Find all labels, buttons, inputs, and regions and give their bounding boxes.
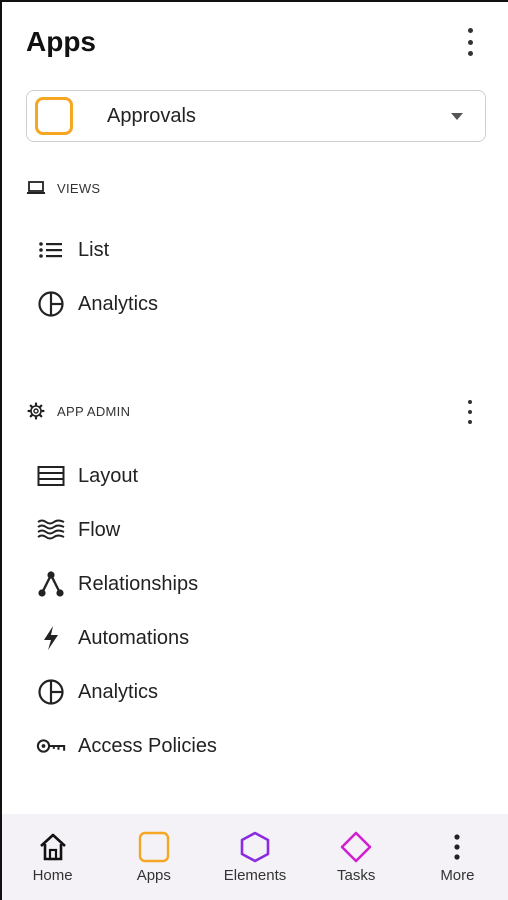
app-selector-dropdown[interactable]: Approvals bbox=[26, 90, 486, 142]
admin-item-label: Analytics bbox=[78, 680, 159, 703]
header: Apps bbox=[26, 22, 486, 62]
admin-item-flow[interactable]: Flow bbox=[36, 510, 120, 550]
nav-label: Home bbox=[32, 867, 73, 884]
admin-item-label: Relationships bbox=[78, 572, 199, 595]
section-views-label: VIEWS bbox=[57, 180, 101, 196]
view-item-list[interactable]: List bbox=[36, 230, 109, 270]
section-admin-header: APP ADMIN bbox=[26, 399, 130, 423]
hexagon-icon bbox=[238, 830, 272, 864]
analytics-icon bbox=[36, 289, 66, 319]
app-square-icon bbox=[35, 97, 73, 135]
list-icon bbox=[36, 235, 66, 265]
nav-label: More bbox=[440, 867, 475, 884]
admin-item-label: Automations bbox=[78, 626, 190, 649]
diamond-icon bbox=[339, 830, 373, 864]
admin-more-button[interactable] bbox=[458, 400, 482, 424]
key-icon bbox=[36, 731, 66, 761]
nav-elements-button[interactable]: Elements bbox=[204, 814, 305, 900]
kebab-dot bbox=[467, 39, 473, 45]
nav-label: Elements bbox=[223, 867, 287, 884]
bottom-nav: Home Apps Elements Tasks More bbox=[2, 814, 508, 900]
view-item-label: Analytics bbox=[78, 292, 159, 315]
kebab-dot bbox=[467, 51, 473, 56]
admin-item-access-policies[interactable]: Access Policies bbox=[36, 726, 217, 766]
view-item-analytics[interactable]: Analytics bbox=[36, 284, 158, 324]
nav-apps-button[interactable]: Apps bbox=[103, 814, 204, 900]
kebab-dot bbox=[468, 400, 472, 404]
section-views-header: VIEWS bbox=[26, 176, 100, 200]
relationships-icon bbox=[36, 569, 66, 599]
admin-item-label: Flow bbox=[78, 518, 121, 541]
lightning-icon bbox=[36, 623, 66, 653]
admin-item-analytics[interactable]: Analytics bbox=[36, 672, 158, 712]
admin-item-relationships[interactable]: Relationships bbox=[36, 564, 198, 604]
nav-label: Tasks bbox=[337, 867, 376, 884]
laptop-icon bbox=[26, 178, 46, 198]
view-item-label: List bbox=[78, 238, 110, 261]
header-more-button[interactable] bbox=[458, 28, 482, 56]
page-title: Apps bbox=[26, 26, 96, 57]
nav-tasks-button[interactable]: Tasks bbox=[306, 814, 407, 900]
dropdown-caret-icon bbox=[451, 113, 463, 120]
layout-icon bbox=[36, 461, 66, 491]
nav-more-button[interactable]: More bbox=[407, 814, 508, 900]
home-icon bbox=[36, 830, 70, 864]
more-icon bbox=[440, 830, 474, 864]
nav-label: Apps bbox=[136, 867, 171, 884]
flow-icon bbox=[36, 515, 66, 545]
kebab-dot bbox=[467, 28, 473, 33]
admin-item-label: Access Policies bbox=[78, 734, 217, 757]
kebab-dot bbox=[468, 410, 472, 414]
nav-home-button[interactable]: Home bbox=[2, 814, 103, 900]
kebab-dot bbox=[468, 420, 472, 424]
analytics-icon bbox=[36, 677, 66, 707]
apps-icon bbox=[137, 830, 171, 864]
app-selector-value: Approvals bbox=[107, 105, 196, 127]
section-admin-label: APP ADMIN bbox=[57, 403, 131, 419]
admin-item-layout[interactable]: Layout bbox=[36, 456, 138, 496]
admin-item-automations[interactable]: Automations bbox=[36, 618, 189, 658]
admin-item-label: Layout bbox=[78, 464, 139, 487]
gear-icon bbox=[26, 401, 46, 421]
